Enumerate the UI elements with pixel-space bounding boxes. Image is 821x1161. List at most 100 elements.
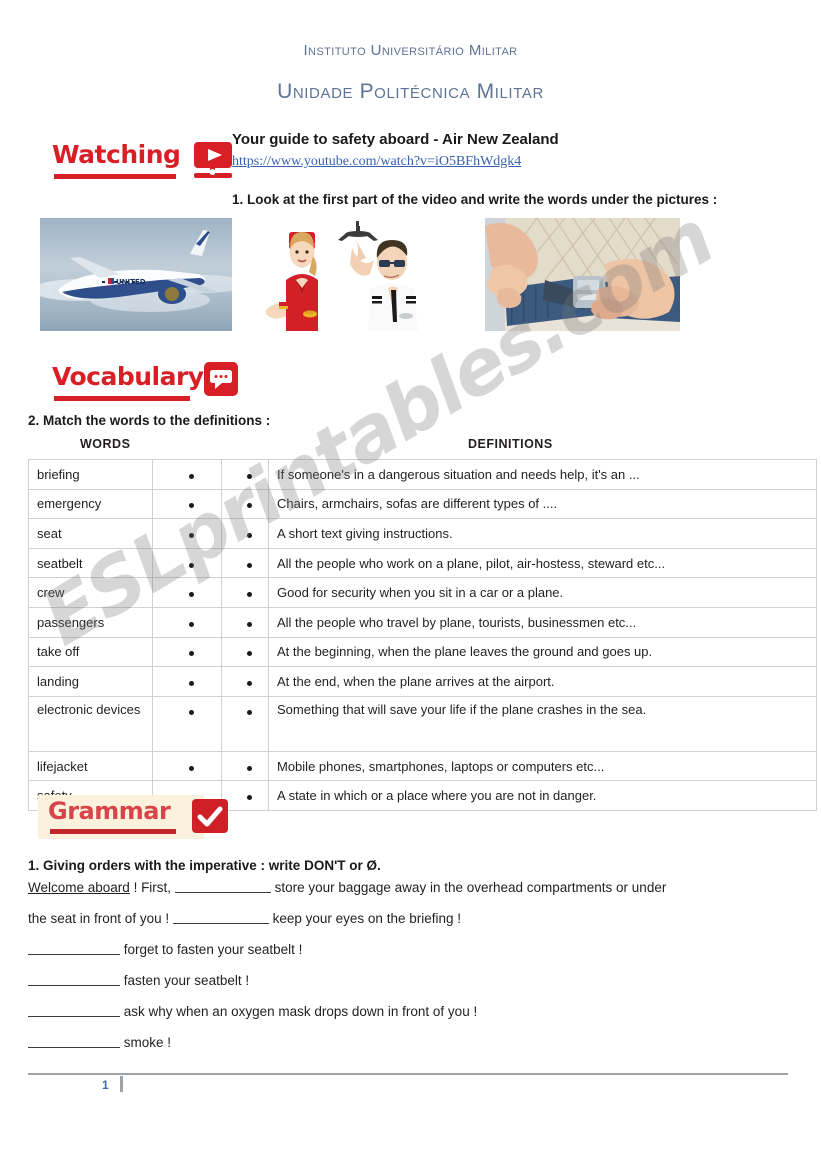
- bullet-dot: [246, 680, 252, 686]
- vocabulary-underline: [54, 396, 190, 401]
- definition-bullet[interactable]: [221, 459, 269, 490]
- bullet-dot: [188, 562, 194, 568]
- task-1-instruction: 1. Look at the first part of the video a…: [232, 192, 718, 207]
- bullet-dot: [188, 473, 194, 479]
- worksheet-page: Instituto Universitário Militar Unidade …: [0, 0, 821, 1161]
- definition-cell: Chairs, armchairs, sofas are different t…: [268, 488, 817, 520]
- exercise-line-1-part-b: store your baggage away in the overhead …: [274, 880, 667, 895]
- grammar-badge: Grammar: [48, 797, 228, 843]
- exercise-line-1-part-a: ! First,: [129, 880, 172, 895]
- institution-line-1: Instituto Universitário Militar: [303, 42, 518, 59]
- bullet-dot: [188, 680, 194, 686]
- video-play-icon: [194, 142, 232, 178]
- table-row[interactable]: briefing If someone's in a dangerous sit…: [28, 459, 817, 490]
- definition-bullet[interactable]: [221, 606, 269, 638]
- definition-bullet[interactable]: [221, 780, 269, 811]
- bullet-dot: [246, 532, 252, 538]
- answer-blank[interactable]: [28, 1034, 120, 1048]
- table-row[interactable]: passengers All the people who travel by …: [28, 606, 817, 638]
- definition-bullet[interactable]: [221, 636, 269, 668]
- table-row[interactable]: seat A short text giving instructions.: [28, 518, 817, 549]
- exercise-line-3-text: forget to fasten your seatbelt !: [123, 942, 303, 957]
- page-number: 1: [102, 1078, 109, 1092]
- table-row[interactable]: crew Good for security when you sit in a…: [28, 577, 817, 608]
- word-cell: seatbelt: [28, 547, 153, 579]
- definition-cell: At the end, when the plane arrives at th…: [268, 666, 817, 697]
- word-bullet[interactable]: [152, 750, 222, 782]
- word-cell: electronic devices: [28, 695, 153, 752]
- video-url-link[interactable]: https://www.youtube.com/watch?v=iO5BFhWd…: [232, 154, 521, 170]
- definition-cell: If someone's in a dangerous situation an…: [268, 459, 817, 490]
- word-bullet[interactable]: [152, 666, 222, 697]
- photo-flight-attendant: [266, 218, 334, 331]
- grammar-label: Grammar: [48, 797, 171, 825]
- checkmark-icon: [192, 799, 228, 833]
- bullet-dot: [188, 765, 194, 771]
- grammar-underline: [50, 829, 176, 834]
- definition-bullet[interactable]: [221, 488, 269, 520]
- words-column-header: WORDS: [80, 437, 131, 451]
- table-row[interactable]: electronic devices Something that will s…: [28, 695, 817, 752]
- bullet-dot: [246, 503, 252, 509]
- definition-cell: Good for security when you sit in a car …: [268, 577, 817, 608]
- definitions-column-header: DEFINITIONS: [468, 437, 553, 451]
- watching-label: Watching: [52, 140, 181, 169]
- word-cell: lifejacket: [28, 750, 153, 782]
- answer-blank[interactable]: [174, 879, 271, 893]
- speech-bubble-icon: [204, 362, 238, 396]
- word-bullet[interactable]: [152, 459, 222, 490]
- table-row[interactable]: lifejacket Mobile phones, smartphones, l…: [28, 750, 817, 782]
- answer-blank[interactable]: [28, 972, 120, 986]
- table-row[interactable]: emergency Chairs, armchairs, sofas are d…: [28, 488, 817, 520]
- word-bullet[interactable]: [152, 488, 222, 520]
- exercise-line-6: smoke !: [28, 1034, 171, 1050]
- definition-bullet[interactable]: [221, 577, 269, 608]
- bullet-dot: [188, 592, 194, 598]
- picture-strip: UNITED: [40, 218, 680, 331]
- word-cell: emergency: [28, 488, 153, 520]
- definition-bullet[interactable]: [221, 547, 269, 579]
- answer-blank[interactable]: [28, 1003, 120, 1017]
- word-cell: crew: [28, 577, 153, 608]
- exercise-line-2: the seat in front of you ! keep your eye…: [28, 910, 461, 926]
- exercise-line-5-text: ask why when an oxygen mask drops down i…: [123, 1004, 478, 1019]
- word-bullet[interactable]: [152, 547, 222, 579]
- task-2-instruction: 2. Match the words to the definitions :: [28, 413, 271, 428]
- vocabulary-label: Vocabulary: [52, 362, 204, 391]
- word-bullet[interactable]: [152, 577, 222, 608]
- word-cell: briefing: [28, 459, 153, 490]
- definition-cell: At the beginning, when the plane leaves …: [268, 636, 817, 668]
- photo-airplane-in-flight: UNITED: [40, 218, 232, 331]
- photo-fastening-seatbelt: [485, 218, 680, 331]
- answer-blank[interactable]: [172, 910, 269, 924]
- word-bullet[interactable]: [152, 636, 222, 668]
- table-row[interactable]: take off At the beginning, when the plan…: [28, 636, 817, 668]
- bullet-dot: [188, 532, 194, 538]
- exercise-line-3: forget to fasten your seatbelt !: [28, 941, 302, 957]
- svg-text:UNITED: UNITED: [116, 278, 146, 286]
- word-bullet[interactable]: [152, 518, 222, 549]
- definition-cell: All the people who work on a plane, pilo…: [268, 547, 817, 579]
- bullet-dot: [188, 709, 194, 715]
- footer-vertical-bar: [120, 1076, 123, 1092]
- exercise-line-2-part-a: the seat in front of you !: [28, 911, 170, 926]
- table-row[interactable]: landing At the end, when the plane arriv…: [28, 666, 817, 697]
- definition-bullet[interactable]: [221, 518, 269, 549]
- word-cell: passengers: [28, 606, 153, 638]
- bullet-dot: [188, 621, 194, 627]
- exercise-line-6-text: smoke !: [123, 1035, 172, 1050]
- definition-bullet[interactable]: [221, 695, 269, 752]
- word-bullet[interactable]: [152, 695, 222, 752]
- answer-blank[interactable]: [28, 941, 120, 955]
- definition-cell: A short text giving instructions.: [268, 518, 817, 549]
- exercise-line-2-part-b: keep your eyes on the briefing !: [272, 911, 461, 926]
- exercise-line-4-text: fasten your seatbelt !: [123, 973, 250, 988]
- definition-bullet[interactable]: [221, 750, 269, 782]
- footer-divider: [28, 1073, 788, 1075]
- table-row[interactable]: seatbelt All the people who work on a pl…: [28, 547, 817, 579]
- bullet-dot: [188, 503, 194, 509]
- bullet-dot: [246, 795, 252, 801]
- bullet-dot: [246, 651, 252, 657]
- definition-bullet[interactable]: [221, 666, 269, 697]
- word-bullet[interactable]: [152, 606, 222, 638]
